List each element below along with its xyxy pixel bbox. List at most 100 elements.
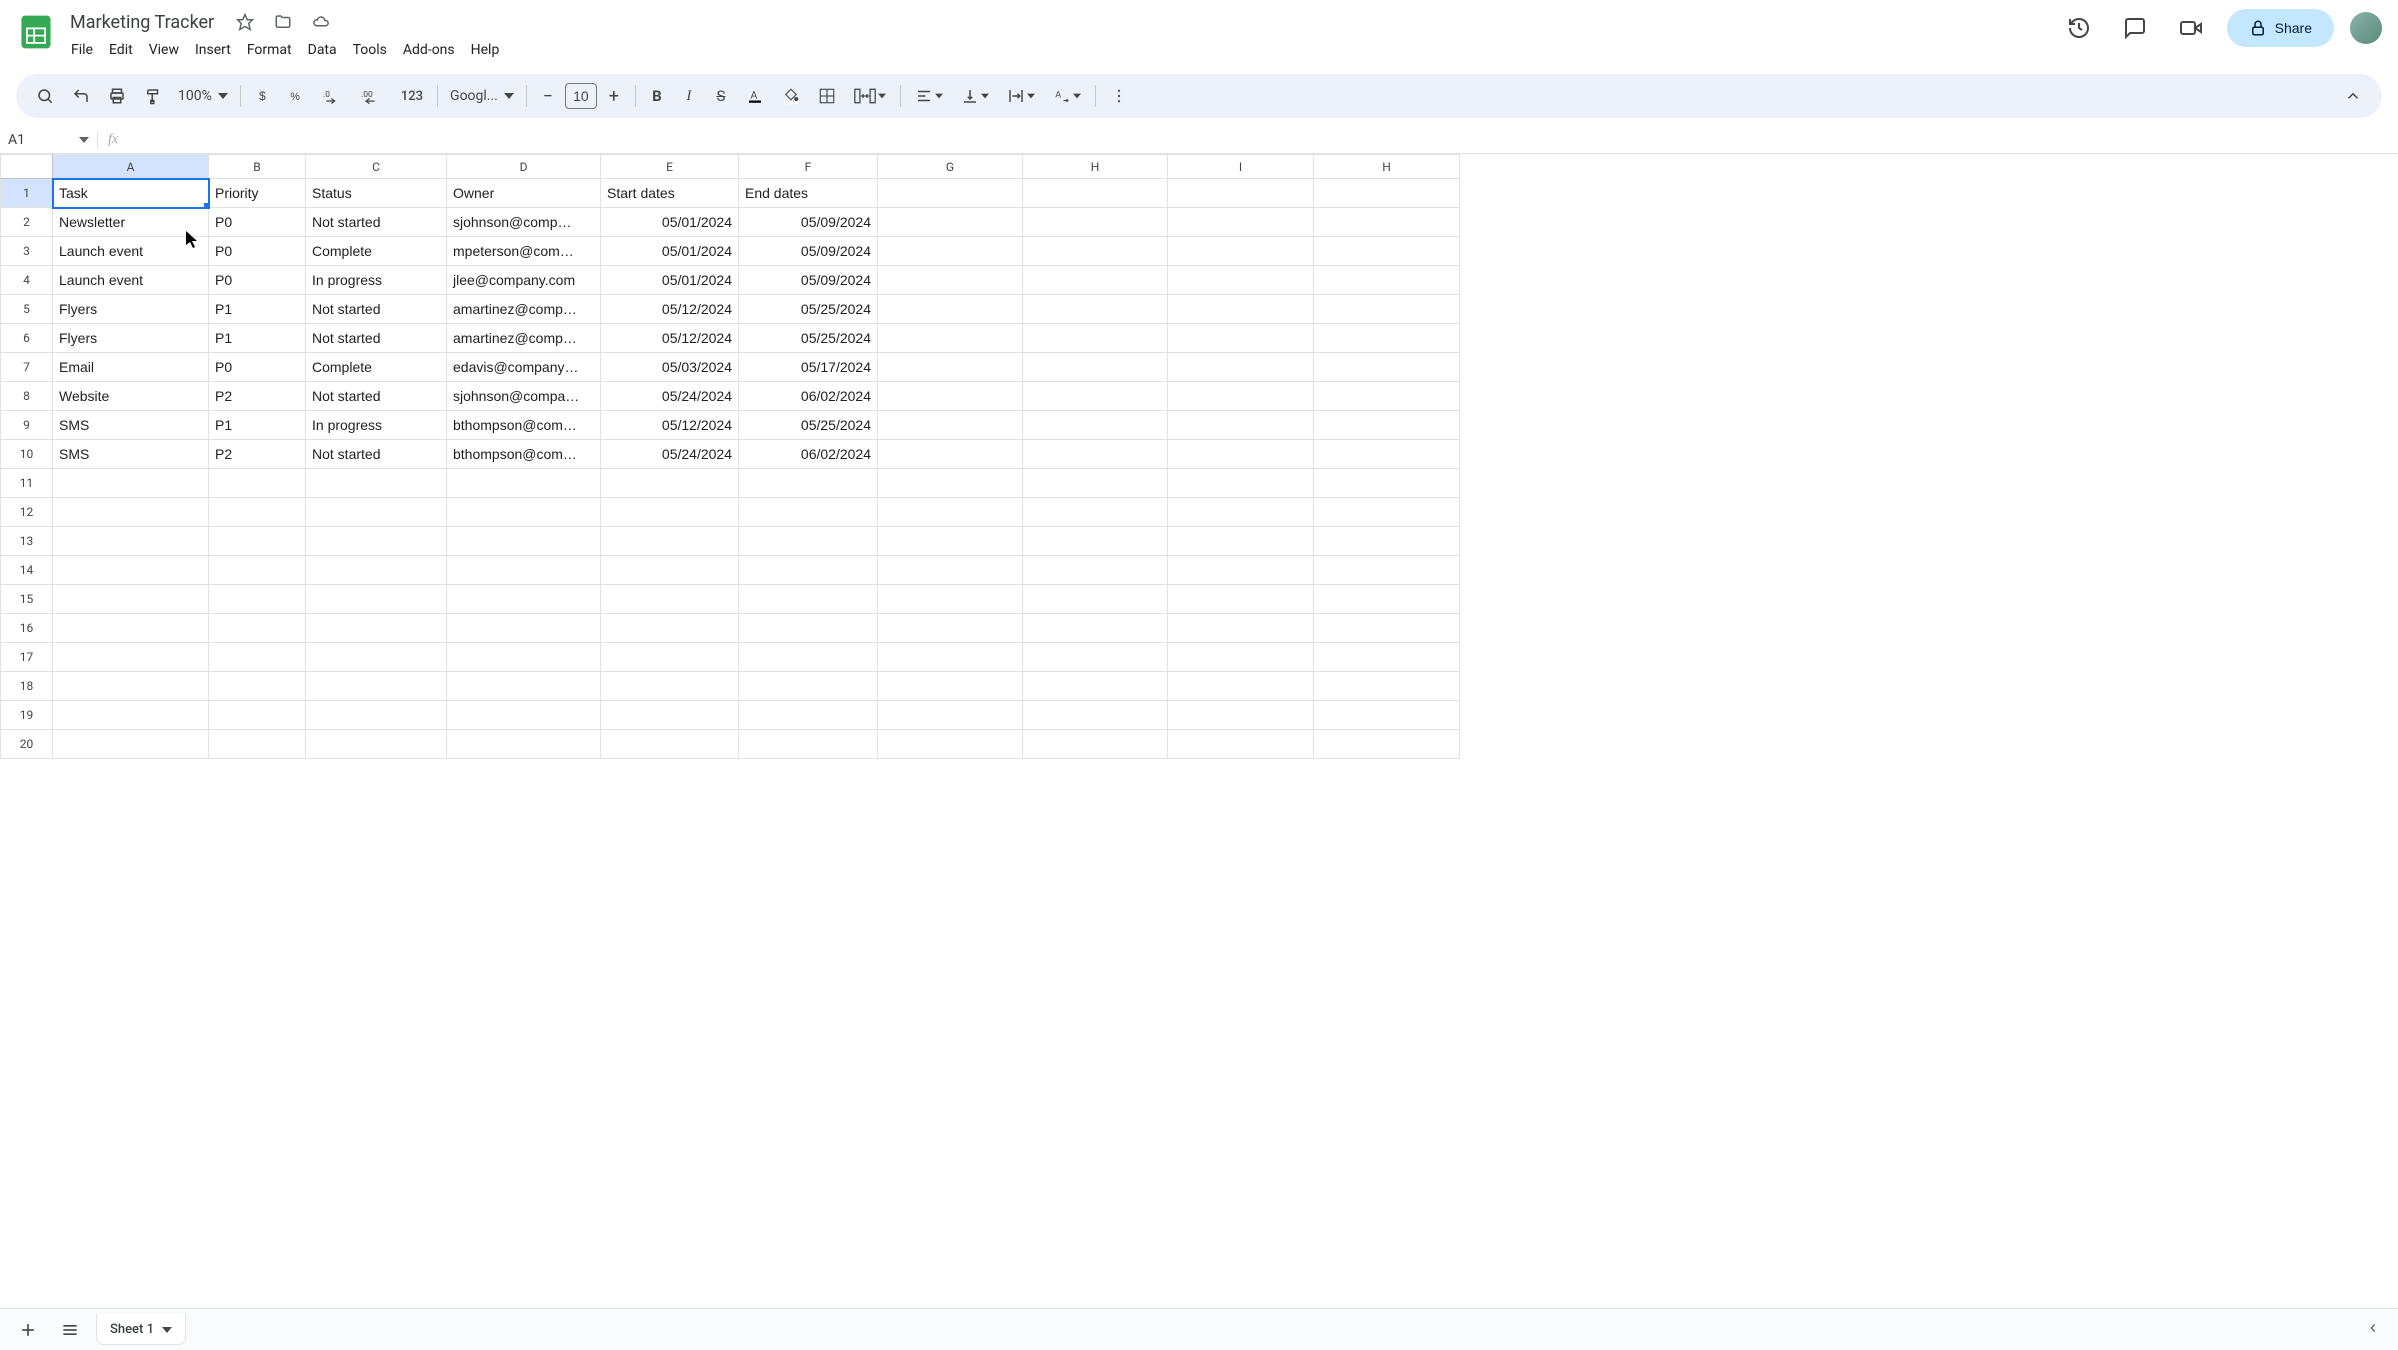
cell[interactable]: [1314, 614, 1460, 643]
cell[interactable]: [878, 672, 1023, 701]
account-avatar[interactable]: [2350, 12, 2382, 44]
cell[interactable]: [1314, 353, 1460, 382]
cell[interactable]: [1023, 266, 1168, 295]
bold-icon[interactable]: B: [642, 81, 672, 111]
menu-file[interactable]: File: [64, 38, 100, 62]
cell[interactable]: [1314, 324, 1460, 353]
cell[interactable]: [1023, 208, 1168, 237]
cell[interactable]: [1168, 469, 1314, 498]
cell[interactable]: [601, 527, 739, 556]
cell[interactable]: [209, 614, 306, 643]
row-header[interactable]: 3: [1, 237, 53, 266]
cell[interactable]: P0: [209, 237, 306, 266]
cell[interactable]: [739, 643, 878, 672]
row-header[interactable]: 11: [1, 469, 53, 498]
menu-edit[interactable]: Edit: [102, 38, 140, 62]
menu-data[interactable]: Data: [301, 38, 344, 62]
row-header[interactable]: 18: [1, 672, 53, 701]
sheets-logo[interactable]: [16, 12, 56, 52]
cell[interactable]: [447, 701, 601, 730]
cell[interactable]: [739, 498, 878, 527]
cell[interactable]: P1: [209, 324, 306, 353]
cell[interactable]: P2: [209, 382, 306, 411]
cell[interactable]: Not started: [306, 440, 447, 469]
cell[interactable]: [209, 730, 306, 759]
cell[interactable]: [1023, 179, 1168, 208]
cell[interactable]: 05/09/2024: [739, 237, 878, 266]
row-header[interactable]: 13: [1, 527, 53, 556]
share-button[interactable]: Share: [2227, 9, 2334, 47]
cell[interactable]: amartinez@comp…: [447, 324, 601, 353]
cell[interactable]: [1314, 208, 1460, 237]
move-folder-icon[interactable]: [270, 9, 296, 35]
cell[interactable]: [1023, 672, 1168, 701]
cell[interactable]: [209, 672, 306, 701]
col-header-D[interactable]: D: [447, 155, 601, 179]
cell[interactable]: [53, 701, 209, 730]
cell[interactable]: Status: [306, 179, 447, 208]
name-box[interactable]: A1: [0, 132, 98, 148]
menu-addons[interactable]: Add-ons: [396, 38, 462, 62]
cell[interactable]: [447, 585, 601, 614]
cell[interactable]: [1168, 701, 1314, 730]
cell[interactable]: [1314, 382, 1460, 411]
row-header[interactable]: 20: [1, 730, 53, 759]
cell[interactable]: [447, 498, 601, 527]
strikethrough-icon[interactable]: S: [706, 81, 736, 111]
cell[interactable]: [1168, 643, 1314, 672]
cell[interactable]: 05/24/2024: [601, 440, 739, 469]
cell[interactable]: [878, 324, 1023, 353]
cell[interactable]: [1314, 730, 1460, 759]
cell[interactable]: SMS: [53, 411, 209, 440]
cell[interactable]: bthompson@com…: [447, 411, 601, 440]
row-header[interactable]: 6: [1, 324, 53, 353]
cell[interactable]: [1314, 179, 1460, 208]
cell[interactable]: amartinez@comp…: [447, 295, 601, 324]
cell[interactable]: [601, 614, 739, 643]
cell[interactable]: [1314, 469, 1460, 498]
cell[interactable]: Flyers: [53, 295, 209, 324]
more-toolbar-icon[interactable]: [1102, 81, 1136, 111]
cell[interactable]: 05/25/2024: [739, 324, 878, 353]
menu-help[interactable]: Help: [464, 38, 507, 62]
cell[interactable]: [1168, 353, 1314, 382]
cell[interactable]: P1: [209, 295, 306, 324]
cell[interactable]: [1023, 469, 1168, 498]
cell[interactable]: [1314, 498, 1460, 527]
cell[interactable]: [306, 614, 447, 643]
horizontal-align-icon[interactable]: [907, 81, 951, 111]
cell[interactable]: [878, 237, 1023, 266]
cell[interactable]: Not started: [306, 324, 447, 353]
cell[interactable]: [1168, 295, 1314, 324]
cell[interactable]: 05/03/2024: [601, 353, 739, 382]
cell[interactable]: [306, 585, 447, 614]
cell[interactable]: [878, 498, 1023, 527]
cell[interactable]: [739, 701, 878, 730]
cell[interactable]: [209, 643, 306, 672]
cell[interactable]: 05/12/2024: [601, 295, 739, 324]
cell[interactable]: [447, 614, 601, 643]
font-family-select[interactable]: Googl...: [444, 84, 520, 108]
cell[interactable]: [1023, 324, 1168, 353]
cell[interactable]: In progress: [306, 411, 447, 440]
cell[interactable]: 05/01/2024: [601, 266, 739, 295]
cell[interactable]: 05/12/2024: [601, 411, 739, 440]
font-size-input[interactable]: [565, 83, 597, 109]
cell[interactable]: Launch event: [53, 237, 209, 266]
cell[interactable]: [1168, 527, 1314, 556]
cell[interactable]: [601, 469, 739, 498]
meet-icon[interactable]: [2171, 8, 2211, 48]
cell[interactable]: [53, 672, 209, 701]
cell[interactable]: [306, 701, 447, 730]
col-header-I[interactable]: I: [1168, 155, 1314, 179]
cell[interactable]: [878, 382, 1023, 411]
cell[interactable]: [53, 469, 209, 498]
currency-icon[interactable]: $: [247, 81, 279, 111]
cell[interactable]: [739, 730, 878, 759]
cell[interactable]: [209, 527, 306, 556]
cell[interactable]: [601, 585, 739, 614]
cell[interactable]: [306, 527, 447, 556]
cell[interactable]: [1168, 440, 1314, 469]
explore-collapse-icon[interactable]: [2360, 1314, 2386, 1345]
cell[interactable]: sjohnson@comp…: [447, 208, 601, 237]
